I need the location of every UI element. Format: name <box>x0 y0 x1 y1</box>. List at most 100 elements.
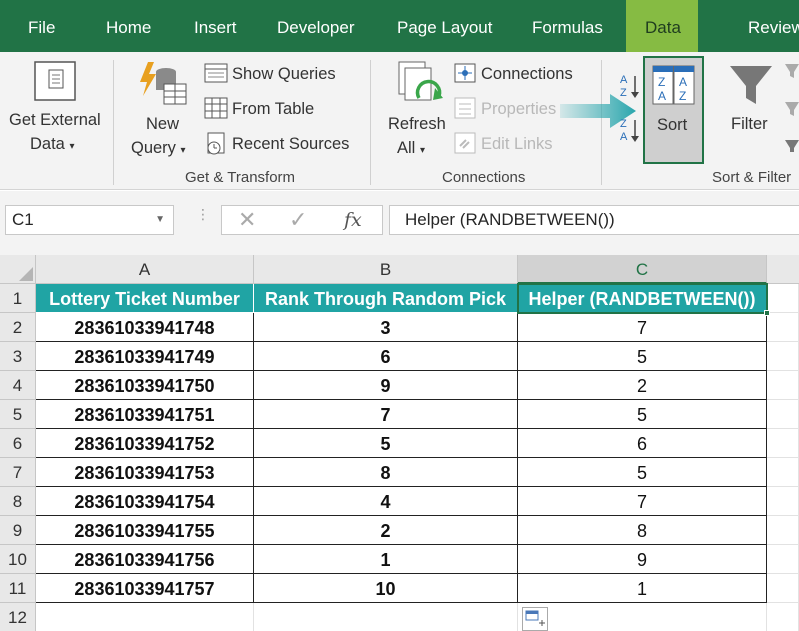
chevron-down-icon[interactable]: ▼ <box>155 206 165 234</box>
tab-file[interactable]: File <box>9 0 74 52</box>
table-cell[interactable]: 28361033941748 <box>36 313 254 342</box>
filter-options-icon[interactable] <box>785 62 799 152</box>
empty-cell[interactable] <box>767 342 799 371</box>
enter-icon[interactable]: ✓ <box>289 206 307 234</box>
empty-cell[interactable] <box>254 603 518 631</box>
empty-cell[interactable] <box>767 400 799 429</box>
table-cell[interactable]: 7 <box>254 400 518 429</box>
table-cell[interactable]: 9 <box>518 545 767 574</box>
table-cell[interactable]: 28361033941751 <box>36 400 254 429</box>
empty-cell[interactable] <box>767 429 799 458</box>
empty-cell[interactable] <box>767 313 799 342</box>
empty-cell[interactable] <box>767 574 799 603</box>
properties-button[interactable]: Properties <box>481 100 556 119</box>
table-cell[interactable]: 28361033941752 <box>36 429 254 458</box>
recent-sources-button[interactable]: Recent Sources <box>232 135 349 154</box>
table-cell[interactable]: 5 <box>518 400 767 429</box>
empty-cell[interactable] <box>767 458 799 487</box>
table-cell[interactable]: 7 <box>518 313 767 342</box>
table-cell[interactable]: 28361033941756 <box>36 545 254 574</box>
table-cell[interactable]: 6 <box>254 342 518 371</box>
name-box[interactable]: C1 ▼ <box>5 205 174 235</box>
row-header[interactable]: 12 <box>0 603 36 631</box>
tab-review[interactable]: Review <box>729 0 799 52</box>
empty-cell[interactable] <box>767 516 799 545</box>
refresh-all-button[interactable]: Refresh <box>388 115 446 134</box>
empty-cell[interactable] <box>518 603 767 631</box>
table-cell[interactable]: 28361033941753 <box>36 458 254 487</box>
table-cell[interactable]: 28361033941750 <box>36 371 254 400</box>
row-header[interactable]: 9 <box>0 516 36 545</box>
insert-function-icon[interactable]: fx <box>344 206 362 234</box>
table-cell[interactable]: 4 <box>254 487 518 516</box>
table-header-cell[interactable]: Lottery Ticket Number <box>36 284 254 313</box>
edit-links-button[interactable]: Edit Links <box>481 135 553 154</box>
table-cell[interactable]: 7 <box>518 487 767 516</box>
tab-data[interactable]: Data <box>626 0 698 52</box>
table-cell[interactable]: 9 <box>254 371 518 400</box>
column-header-c[interactable]: C <box>518 255 767 284</box>
table-cell[interactable]: 28361033941749 <box>36 342 254 371</box>
column-header-a[interactable]: A <box>36 255 254 284</box>
empty-cell[interactable] <box>767 487 799 516</box>
table-cell[interactable]: 8 <box>518 516 767 545</box>
show-queries-button[interactable]: Show Queries <box>232 65 336 84</box>
row-header[interactable]: 7 <box>0 458 36 487</box>
table-cell[interactable]: 28361033941755 <box>36 516 254 545</box>
from-table-button[interactable]: From Table <box>232 100 314 119</box>
table-cell[interactable]: 5 <box>518 458 767 487</box>
get-external-data-button[interactable]: Get External <box>9 111 101 130</box>
tab-developer[interactable]: Developer <box>258 0 374 52</box>
select-all-corner[interactable] <box>0 255 36 284</box>
table-cell[interactable]: 6 <box>518 429 767 458</box>
tab-formulas[interactable]: Formulas <box>513 0 622 52</box>
filter-button[interactable]: Filter <box>731 115 768 134</box>
table-cell[interactable]: 5 <box>254 429 518 458</box>
quick-analysis-icon[interactable] <box>522 607 548 631</box>
tab-insert[interactable]: Insert <box>175 0 256 52</box>
table-cell[interactable]: 28361033941754 <box>36 487 254 516</box>
column-header-b[interactable]: B <box>254 255 518 284</box>
get-transform-group-label: Get & Transform <box>185 169 296 186</box>
row-header[interactable]: 1 <box>0 284 36 313</box>
filter-icon <box>730 66 772 104</box>
formula-buttons: ✕ ✓ fx <box>221 205 383 235</box>
row-header[interactable]: 11 <box>0 574 36 603</box>
empty-cell[interactable] <box>767 284 799 313</box>
cancel-icon[interactable]: ✕ <box>238 206 256 234</box>
table-cell[interactable]: 5 <box>518 342 767 371</box>
formula-input[interactable]: Helper (RANDBETWEEN()) <box>389 205 799 235</box>
table-cell[interactable]: 1 <box>254 545 518 574</box>
table-cell[interactable]: 3 <box>254 313 518 342</box>
sort-filter-group-label: Sort & Filter <box>712 169 792 186</box>
table-cell[interactable]: 28361033941757 <box>36 574 254 603</box>
tab-page-layout[interactable]: Page Layout <box>378 0 511 52</box>
column-header-d[interactable] <box>767 255 799 284</box>
row-header[interactable]: 8 <box>0 487 36 516</box>
sort-a-to-z-icon[interactable]: AZ <box>618 72 642 100</box>
table-cell[interactable]: 2 <box>518 371 767 400</box>
sort-button[interactable]: Z A A Z Sort <box>643 56 704 164</box>
table-header-cell[interactable]: Helper (RANDBETWEEN()) <box>518 284 767 313</box>
new-query-button[interactable]: New <box>146 115 179 134</box>
edit-links-icon <box>454 132 476 154</box>
drag-handle-icon[interactable]: ⋮ <box>196 207 210 221</box>
tab-home[interactable]: Home <box>87 0 170 52</box>
table-cell[interactable]: 1 <box>518 574 767 603</box>
row-header[interactable]: 3 <box>0 342 36 371</box>
table-header-cell[interactable]: Rank Through Random Pick <box>254 284 518 313</box>
table-cell[interactable]: 2 <box>254 516 518 545</box>
row-header[interactable]: 10 <box>0 545 36 574</box>
table-cell[interactable]: 8 <box>254 458 518 487</box>
connections-button[interactable]: Connections <box>481 65 573 84</box>
empty-cell[interactable] <box>767 371 799 400</box>
row-header[interactable]: 6 <box>0 429 36 458</box>
empty-cell[interactable] <box>767 545 799 574</box>
empty-cell[interactable] <box>36 603 254 631</box>
sort-z-to-a-icon[interactable]: ZA <box>618 116 642 144</box>
table-cell[interactable]: 10 <box>254 574 518 603</box>
empty-cell[interactable] <box>767 603 799 631</box>
row-header[interactable]: 2 <box>0 313 36 342</box>
row-header[interactable]: 5 <box>0 400 36 429</box>
row-header[interactable]: 4 <box>0 371 36 400</box>
